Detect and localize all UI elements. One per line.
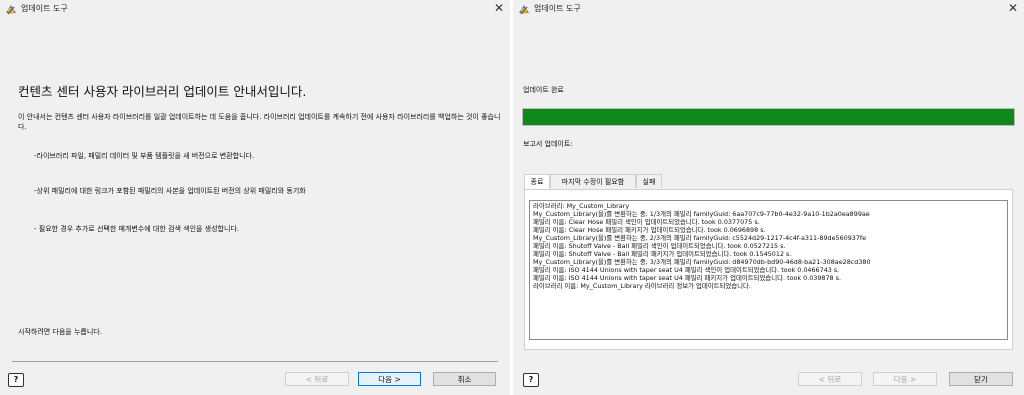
window-title: 업데이트 도구 [21,4,68,13]
log-line: 라이브러리: My_Custom_Library [533,202,630,210]
log-line: My_Custom_Library(을)를 변환하는 중, 1/3개의 패밀리 … [533,210,870,218]
title-bar: 업데이트 도구 ✕ [0,0,510,18]
bullet-item: -라이브러리 파일, 패밀리 데이터 및 부품 템플릿을 새 버전으로 변환합니… [34,152,255,160]
page-title: 컨텐츠 센터 사용자 라이브러리 업데이트 안내서입니다. [18,84,307,99]
log-line: 패밀리 이름: ISO 4144 Unions with taper seat … [533,266,840,274]
back-button[interactable]: < 뒤로 [798,372,862,386]
start-instruction: 시작하려면 다음을 누릅니다. [18,328,102,336]
report-log[interactable]: 라이브러리: My_Custom_Library My_Custom_Librar… [529,200,1008,340]
tab-needs-fix[interactable]: 마지막 수정이 필요함 [550,174,636,188]
status-label: 업데이트 완료 [523,86,564,94]
log-line: 패밀리 이름: Clear Hose 패밀리 색인이 업데이트되었습니다. to… [533,218,760,226]
help-icon[interactable]: ? [8,373,24,387]
log-line: 패밀리 이름: Shutoff Valve - Ball 패밀리 색인이 업데이… [533,242,786,250]
close-button[interactable]: 닫기 [949,372,1013,386]
back-button[interactable]: < 뒤로 [285,372,349,386]
log-line: 패밀리 이름: Clear Hose 패밀리 패키지가 업데이트되었습니다. t… [533,226,766,234]
window-title: 업데이트 도구 [534,4,581,13]
progress-bar [522,108,1015,126]
report-label: 보고서 업데이트: [523,140,573,148]
log-line: 라이브러리 이름: My_Custom_Library 라이브러리 정보가 업데… [533,282,751,290]
log-line: 패밀리 이름: ISO 4144 Unions with taper seat … [533,274,842,282]
tab-panel: 라이브러리: My_Custom_Library My_Custom_Librar… [524,189,1013,350]
intro-window: 업데이트 도구 ✕ 컨텐츠 센터 사용자 라이브러리 업데이트 안내서입니다. … [0,0,510,395]
cancel-button[interactable]: 취소 [433,372,496,386]
intro-text: 이 안내서는 컨텐츠 센터 사용자 라이브러리를 일괄 업데이트하는 데 도움을… [18,113,501,131]
log-line: My_Custom_Library(을)를 변환하는 중, 3/3개의 패밀리 … [533,258,871,266]
tab-done[interactable]: 종료 [524,174,550,189]
progress-fill [523,109,1014,125]
close-icon[interactable]: ✕ [494,1,504,15]
complete-window: 업데이트 도구 ✕ 업데이트 완료 보고서 업데이트: 종료 마지막 수정이 필… [513,0,1024,395]
next-button[interactable]: 다음 > [358,372,421,386]
app-icon [6,5,16,15]
help-icon[interactable]: ? [523,373,539,387]
divider [12,361,498,362]
close-icon[interactable]: ✕ [1008,1,1018,15]
bullet-item: -상위 패밀리에 대한 링크가 포함된 패밀리의 사본을 업데이트된 버전의 상… [34,187,306,195]
next-button[interactable]: 다음 > [873,372,937,386]
app-icon [519,5,529,15]
tab-failed[interactable]: 실패 [636,174,662,188]
log-line: 패밀리 이름: Shutoff Valve - Ball 패밀리 패키지가 업데… [533,250,792,258]
log-line: My_Custom_Library(을)를 변환하는 중, 2/3개의 패밀리 … [533,234,867,242]
bullet-item: - 필요한 경우 추가로 선택한 매개변수에 대한 검색 색인을 생성합니다. [34,225,240,233]
title-bar: 업데이트 도구 ✕ [513,0,1024,18]
